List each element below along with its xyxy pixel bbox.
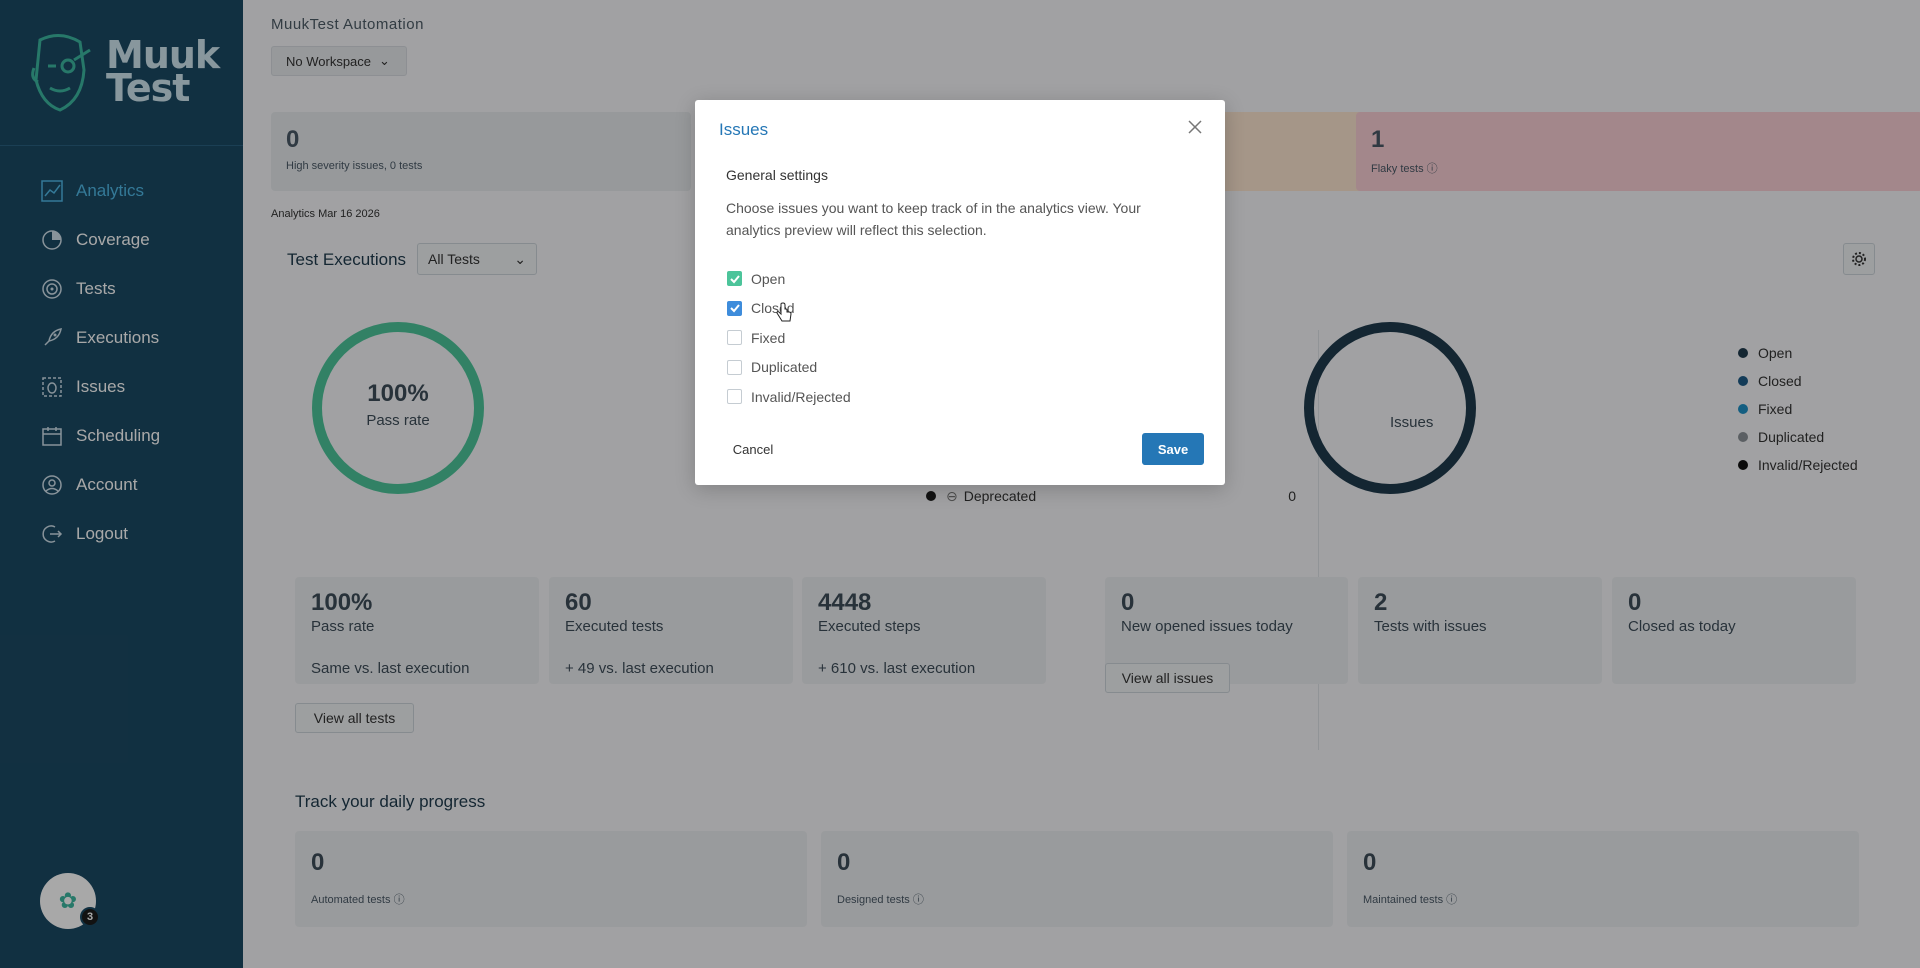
modal-description: Choose issues you want to keep track of … [726, 200, 1141, 238]
close-button[interactable] [1185, 117, 1205, 137]
option-label: Invalid/Rejected [751, 388, 851, 405]
checkbox[interactable] [727, 300, 742, 316]
issue-options: Open Closed Fixed Duplicated Invalid/Rej… [727, 264, 851, 412]
option-open[interactable]: Open [727, 264, 851, 294]
issues-modal: Issues General settings Choose issues yo… [695, 100, 1225, 485]
cancel-button[interactable]: Cancel [726, 437, 780, 461]
hand-cursor-icon [776, 302, 792, 322]
option-label: Fixed [751, 329, 786, 346]
close-icon [1188, 120, 1202, 134]
option-label: Open [751, 270, 786, 287]
option-invalid-rejected[interactable]: Invalid/Rejected [727, 382, 851, 412]
modal-subtitle: General settings [726, 167, 828, 183]
option-fixed[interactable]: Fixed [727, 323, 851, 353]
option-label: Duplicated [751, 359, 818, 376]
save-button[interactable]: Save [1142, 433, 1204, 465]
checkbox[interactable] [727, 271, 742, 287]
modal-title: Issues [719, 120, 769, 139]
checkbox[interactable] [727, 359, 742, 375]
checkbox[interactable] [727, 389, 742, 405]
check-icon [729, 275, 740, 284]
option-duplicated[interactable]: Duplicated [727, 353, 851, 383]
checkbox[interactable] [727, 330, 742, 346]
check-icon [729, 304, 740, 313]
